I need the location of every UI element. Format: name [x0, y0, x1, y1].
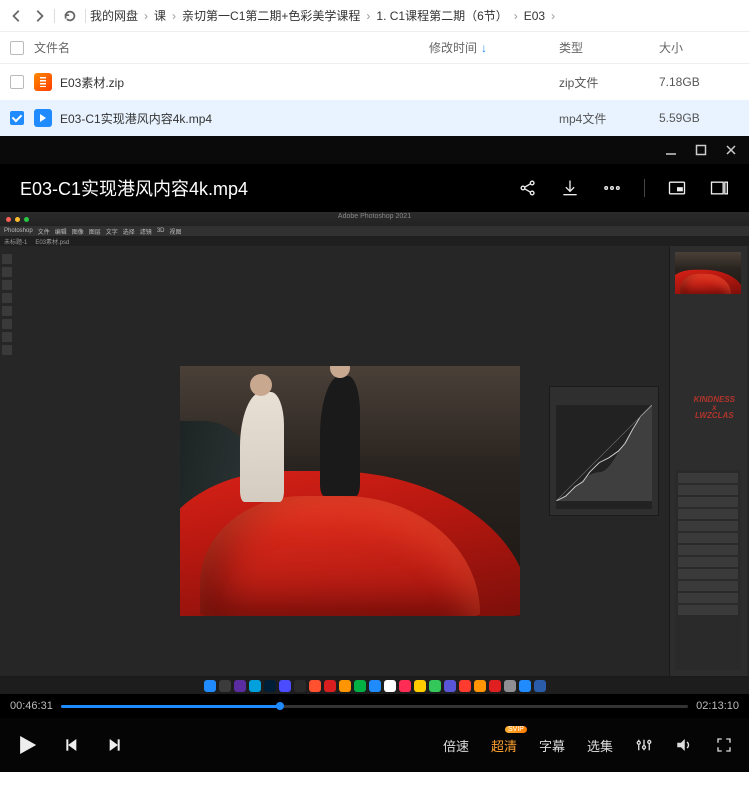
file-name: E03素材.zip: [60, 74, 429, 91]
divider: [644, 179, 645, 197]
ps-overlay-text: LWZCLAS: [694, 412, 735, 420]
breadcrumb-item[interactable]: 1. C1课程第二期（6节）: [376, 7, 507, 24]
column-header-type[interactable]: 类型: [559, 39, 659, 56]
chevron-right-icon: ›: [551, 9, 555, 23]
progress-thumb[interactable]: [276, 702, 284, 710]
file-type: zip文件: [559, 74, 659, 91]
current-time: 00:46:31: [10, 700, 53, 712]
row-checkbox[interactable]: [10, 75, 24, 89]
svip-badge: SVIP: [505, 726, 527, 733]
episodes-button[interactable]: 选集: [587, 736, 613, 755]
breadcrumb-item[interactable]: 我的网盘: [90, 7, 138, 24]
chevron-right-icon: ›: [514, 9, 518, 23]
chevron-right-icon: ›: [144, 9, 148, 23]
volume-button[interactable]: [675, 736, 693, 754]
photoshop-window: Adobe Photoshop 2021 Photoshop文件编辑图像图层文字…: [0, 212, 749, 694]
video-title: E03-C1实现港风内容4k.mp4: [20, 175, 518, 201]
ps-curves-panel: [549, 386, 659, 516]
more-button[interactable]: [602, 178, 622, 198]
file-list-header: 文件名 修改时间 ↓ 类型 大小: [0, 32, 749, 64]
select-all-checkbox[interactable]: [10, 41, 24, 55]
breadcrumb-item[interactable]: 亲切第一C1第二期+色彩美学课程: [182, 7, 360, 24]
progress-row: 00:46:31 02:13:10: [0, 694, 749, 718]
file-row[interactable]: E03-C1实现港风内容4k.mp4 mp4文件 5.59GB: [0, 100, 749, 136]
quality-button[interactable]: 超清 SVIP: [491, 736, 517, 755]
play-button[interactable]: [16, 734, 38, 756]
breadcrumb-item[interactable]: E03: [524, 9, 545, 23]
divider: [85, 9, 86, 23]
row-checkbox[interactable]: [10, 111, 24, 125]
chevron-right-icon: ›: [366, 9, 370, 23]
nav-back-button[interactable]: [6, 5, 28, 27]
share-button[interactable]: [518, 178, 538, 198]
top-navigation: 我的网盘 › 课 › 亲切第一C1第二期+色彩美学课程 › 1. C1课程第二期…: [0, 0, 749, 32]
collapse-sidebar-button[interactable]: [709, 178, 729, 198]
file-name: E03-C1实现港风内容4k.mp4: [60, 110, 429, 127]
file-row[interactable]: E03素材.zip zip文件 7.18GB: [0, 64, 749, 100]
quality-label: 超清: [491, 739, 517, 754]
video-player-window: E03-C1实现港风内容4k.mp4 Adobe Photoshop 2021 …: [0, 136, 749, 772]
window-titlebar: [0, 136, 749, 164]
column-header-date-label: 修改时间: [429, 39, 477, 56]
divider: [54, 9, 55, 23]
nav-refresh-button[interactable]: [59, 5, 81, 27]
window-close-button[interactable]: [725, 144, 737, 156]
fullscreen-button[interactable]: [715, 736, 733, 754]
file-size: 5.59GB: [659, 111, 739, 125]
window-minimize-button[interactable]: [665, 144, 677, 156]
window-maximize-button[interactable]: [695, 144, 707, 156]
pip-button[interactable]: [667, 178, 687, 198]
total-time: 02:13:10: [696, 700, 739, 712]
ps-canvas: [180, 366, 520, 616]
breadcrumb: 我的网盘 › 课 › 亲切第一C1第二期+色彩美学课程 › 1. C1课程第二期…: [90, 7, 743, 24]
next-button[interactable]: [106, 737, 122, 753]
sort-arrow-down-icon: ↓: [481, 41, 487, 55]
player-header: E03-C1实现港风内容4k.mp4: [0, 164, 749, 212]
player-header-actions: [518, 178, 729, 198]
video-viewport[interactable]: Adobe Photoshop 2021 Photoshop文件编辑图像图层文字…: [0, 212, 749, 694]
nav-forward-button[interactable]: [28, 5, 50, 27]
column-header-name[interactable]: 文件名: [24, 39, 429, 56]
progress-bar[interactable]: [61, 705, 688, 708]
breadcrumb-item[interactable]: 课: [154, 7, 166, 24]
mac-dock: [0, 678, 749, 694]
zip-file-icon: [34, 73, 52, 91]
player-controls: 倍速 超清 SVIP 字幕 选集: [0, 718, 749, 772]
ps-app-title: Adobe Photoshop 2021: [338, 213, 411, 220]
file-size: 7.18GB: [659, 75, 739, 89]
progress-fill: [61, 705, 281, 708]
video-file-icon: [34, 109, 52, 127]
speed-button[interactable]: 倍速: [443, 736, 469, 755]
file-type: mp4文件: [559, 110, 659, 127]
download-button[interactable]: [560, 178, 580, 198]
chevron-right-icon: ›: [172, 9, 176, 23]
subtitle-button[interactable]: 字幕: [539, 736, 565, 755]
previous-button[interactable]: [64, 737, 80, 753]
column-header-size[interactable]: 大小: [659, 39, 739, 56]
settings-button[interactable]: [635, 736, 653, 754]
column-header-date[interactable]: 修改时间 ↓: [429, 39, 559, 56]
